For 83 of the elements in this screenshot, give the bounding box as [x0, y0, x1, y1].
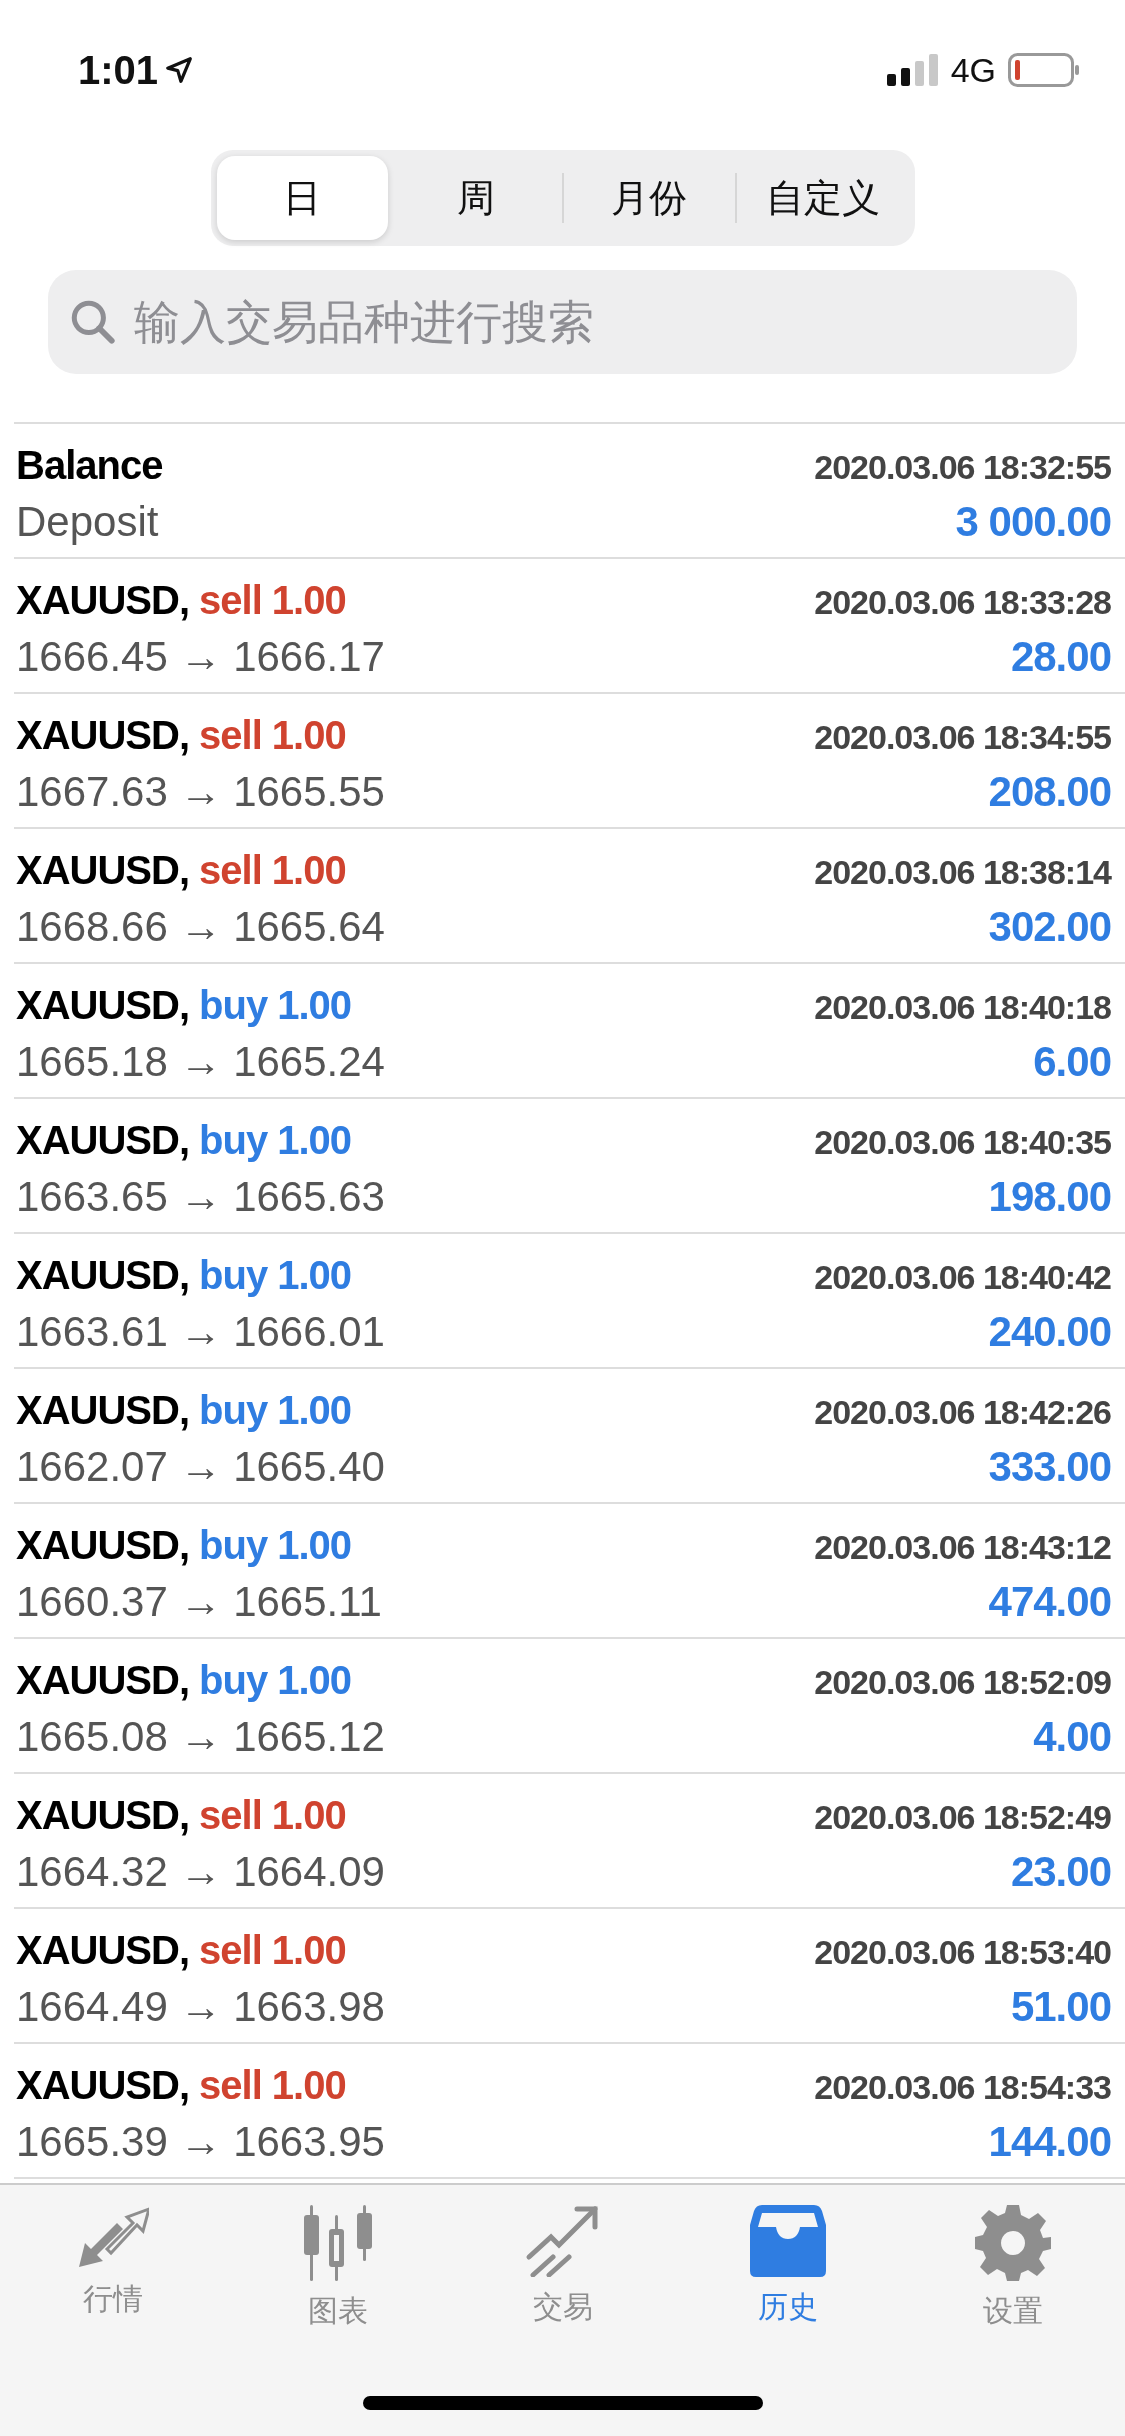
status-time: 1:01: [78, 47, 159, 93]
signal-icon: [886, 54, 939, 86]
inbox-icon: [749, 2205, 826, 2277]
tab-bar-item[interactable]: 图表: [225, 2205, 450, 2332]
order-side-volume: buy 1.00: [199, 983, 352, 1028]
settings-icon: [974, 2205, 1051, 2281]
diagonal-arrows-icon: [76, 2205, 149, 2269]
deal-symbol: XAUUSD,: [16, 1253, 190, 1298]
deal-detail: 1666.45 → 1666.17: [16, 633, 385, 681]
network-type: 4G: [950, 50, 996, 90]
deal-time: 2020.03.06 18:40:35: [814, 1123, 1111, 1162]
deal-amount: 198.00: [988, 1173, 1111, 1221]
deal-detail: 1665.18 → 1665.24: [16, 1038, 385, 1086]
period-tab[interactable]: 月份: [563, 156, 735, 240]
deal-amount: 51.00: [1010, 1983, 1111, 2031]
deal-time: 2020.03.06 18:43:12: [814, 1528, 1111, 1567]
deal-detail: 1662.07 → 1665.40: [16, 1443, 385, 1491]
deal-detail: Deposit: [16, 498, 159, 546]
deal-amount: 28.00: [1010, 633, 1111, 681]
deal-amount: 4.00: [1033, 1713, 1111, 1761]
deal-symbol: XAUUSD,: [16, 983, 190, 1028]
deal-amount: 302.00: [988, 903, 1111, 951]
deal-amount: 208.00: [988, 768, 1111, 816]
deal-symbol: XAUUSD,: [16, 1118, 190, 1163]
location-arrow-icon: [164, 55, 195, 85]
deal-amount: 333.00: [988, 1443, 1111, 1491]
deal-detail: 1665.39 → 1663.95: [16, 2118, 385, 2166]
deal-detail: 1668.66 → 1665.64: [16, 903, 385, 951]
deal-symbol: XAUUSD,: [16, 1658, 190, 1703]
deal-symbol: XAUUSD,: [16, 1928, 190, 1973]
deal-time: 2020.03.06 18:40:42: [814, 1258, 1111, 1297]
order-side-volume: sell 1.00: [199, 1793, 346, 1838]
deal-time: 2020.03.06 18:40:18: [814, 988, 1111, 1027]
order-side-volume: sell 1.00: [199, 1928, 346, 1973]
deal-detail: 1664.32 → 1664.09: [16, 1848, 385, 1896]
order-side-volume: buy 1.00: [199, 1118, 352, 1163]
deal-amount: 144.00: [988, 2118, 1111, 2166]
deal-time: 2020.03.06 18:52:49: [814, 1798, 1111, 1837]
order-side-volume: buy 1.00: [199, 1523, 352, 1568]
deal-amount: 474.00: [988, 1578, 1111, 1626]
order-side-volume: sell 1.00: [199, 578, 346, 623]
deal-detail: 1663.61 → 1666.01: [16, 1308, 385, 1356]
deal-symbol: XAUUSD,: [16, 578, 190, 623]
deal-time: 2020.03.06 18:53:40: [814, 1933, 1111, 1972]
order-side-volume: sell 1.00: [199, 2063, 346, 2108]
order-side-volume: buy 1.00: [199, 1658, 352, 1703]
order-side-volume: buy 1.00: [199, 1388, 352, 1433]
order-side-volume: sell 1.00: [199, 713, 346, 758]
deal-detail: 1667.63 → 1665.55: [16, 768, 385, 816]
deal-detail: 1660.37 → 1665.11: [16, 1578, 382, 1626]
deal-amount: 6.00: [1033, 1038, 1111, 1086]
deal-time: 2020.03.06 18:34:55: [814, 718, 1111, 757]
deal-time: 2020.03.06 18:52:09: [814, 1663, 1111, 1702]
deal-symbol: XAUUSD,: [16, 1388, 190, 1433]
deal-amount: 240.00: [988, 1308, 1111, 1356]
deal-time: 2020.03.06 18:42:26: [814, 1393, 1111, 1432]
deal-symbol: XAUUSD,: [16, 1793, 190, 1838]
rising-arrow-icon: [524, 2205, 601, 2277]
deal-time: 2020.03.06 18:32:55: [814, 448, 1111, 487]
deal-time: 2020.03.06 18:54:33: [814, 2068, 1111, 2107]
battery-icon: [1008, 53, 1080, 87]
deal-symbol: XAUUSD,: [16, 713, 190, 758]
tab-bar-item[interactable]: 行情: [0, 2205, 225, 2332]
deal-time: 2020.03.06 18:38:14: [814, 853, 1111, 892]
period-tab[interactable]: 周: [390, 156, 562, 240]
deal-amount: 3 000.00: [955, 498, 1111, 546]
tab-bar-item[interactable]: 设置: [900, 2205, 1125, 2332]
deal-detail: 1664.49 → 1663.98: [16, 1983, 385, 2031]
tab-bar-item[interactable]: 交易: [450, 2205, 675, 2332]
deal-symbol: XAUUSD,: [16, 2063, 190, 2108]
deal-amount: 23.00: [1010, 1848, 1111, 1896]
period-tab[interactable]: 自定义: [737, 156, 909, 240]
deal-detail: 1663.65 → 1665.63: [16, 1173, 385, 1221]
period-tab[interactable]: 日: [216, 156, 388, 240]
search-field[interactable]: 输入交易品种进行搜索: [48, 270, 1077, 374]
order-side-volume: sell 1.00: [199, 848, 346, 893]
deal-symbol: Balance: [16, 443, 163, 488]
deal-detail: 1665.08 → 1665.12: [16, 1713, 385, 1761]
deal-time: 2020.03.06 18:33:28: [814, 583, 1111, 622]
tab-bar-item[interactable]: 历史: [675, 2205, 900, 2332]
deal-symbol: XAUUSD,: [16, 1523, 190, 1568]
deal-symbol: XAUUSD,: [16, 848, 190, 893]
order-side-volume: buy 1.00: [199, 1253, 352, 1298]
